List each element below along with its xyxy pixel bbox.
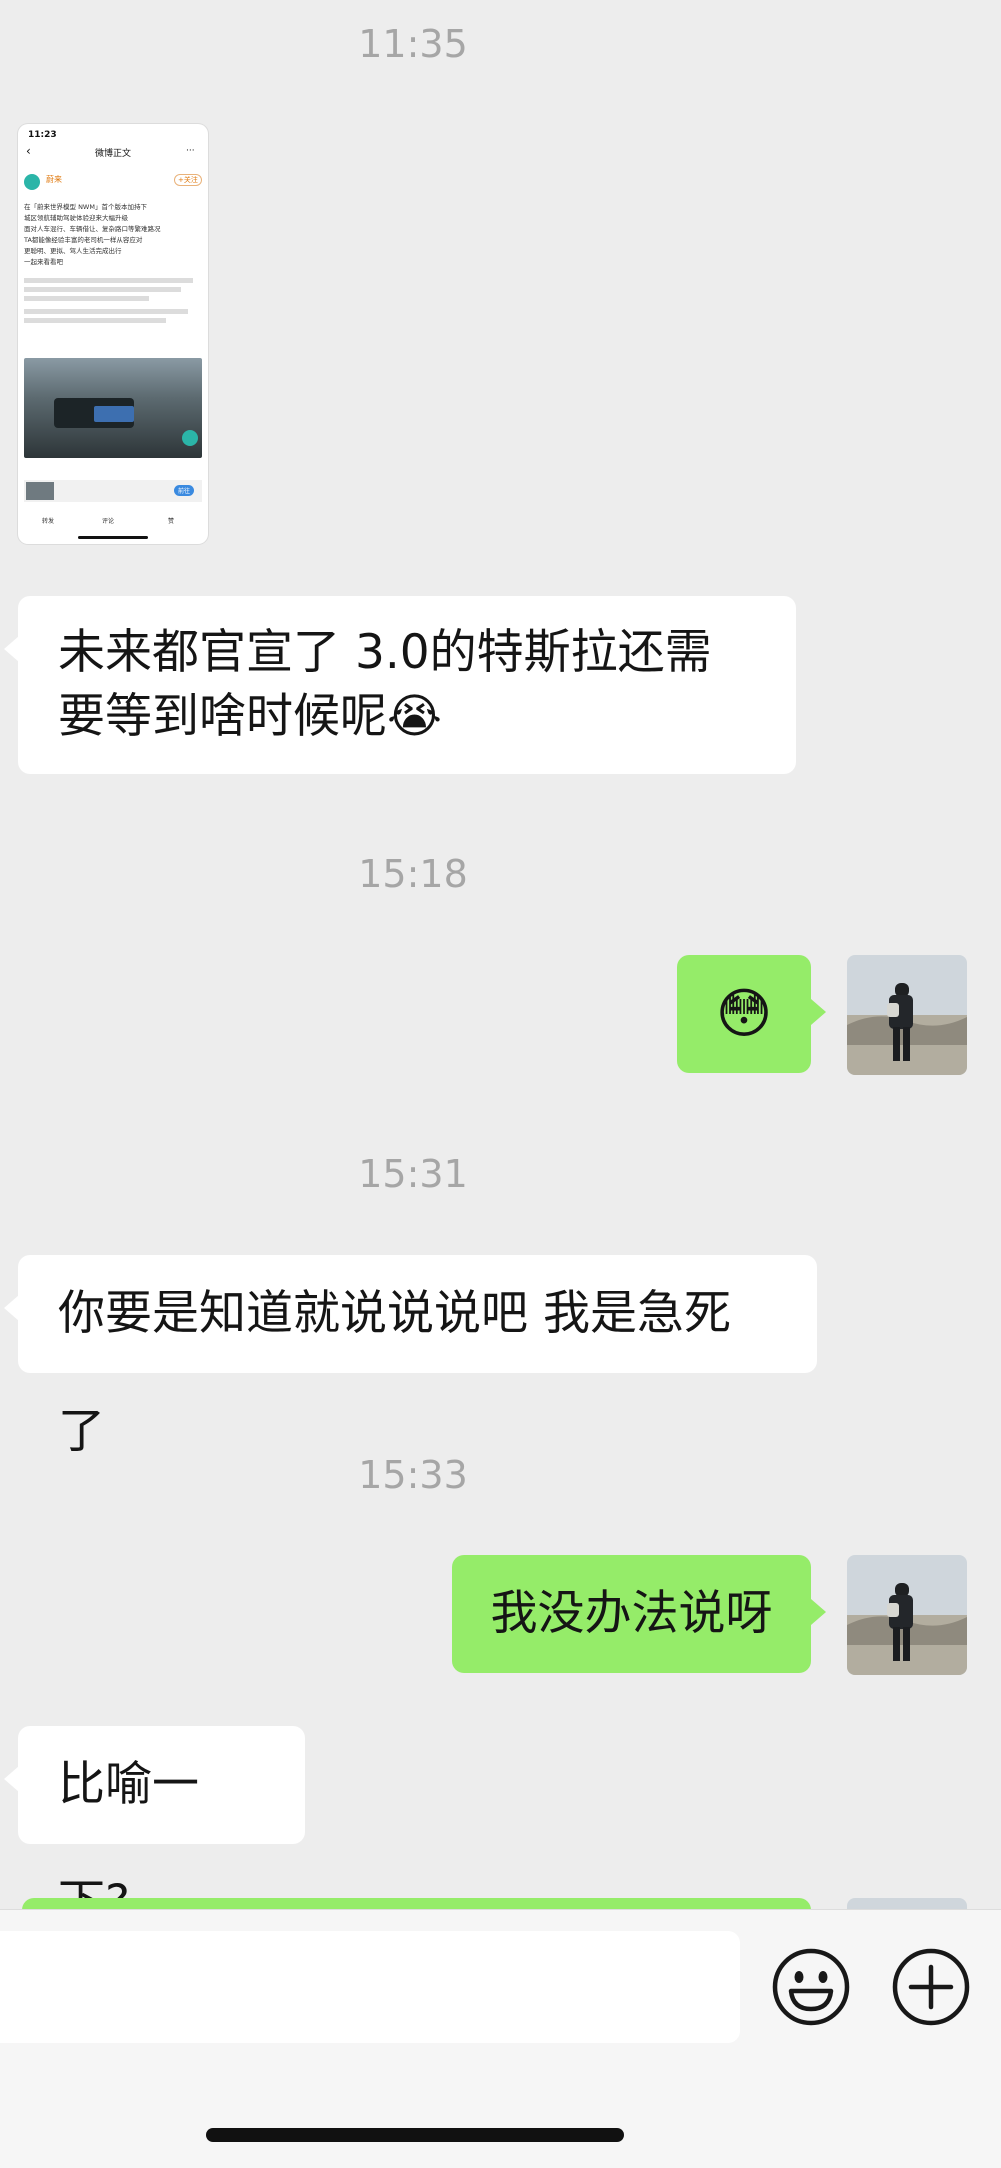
author-avatar xyxy=(24,174,40,190)
incoming-message-bubble[interactable]: 比喻一下? xyxy=(4,1726,305,1930)
shot-text-placeholder xyxy=(24,274,202,328)
message-text: 未来都官宣了 3.0的特斯拉还需要等到啥时候呢 xyxy=(58,625,712,744)
shot-follow-button: +关注 xyxy=(174,174,202,186)
shot-bottom-actions: 转发 评论 赞 xyxy=(42,518,175,525)
timestamp: 11:35 xyxy=(358,22,468,66)
shot-home-indicator xyxy=(78,536,148,539)
timestamp: 15:18 xyxy=(358,852,468,896)
outgoing-message-bubble[interactable]: 我没办法说呀 xyxy=(452,1555,826,1673)
message-text: 我没办法说呀 xyxy=(490,1586,773,1641)
back-chevron-icon: ‹ xyxy=(26,144,31,158)
flushed-emoji: 😳 xyxy=(715,982,773,1045)
message-input-bar xyxy=(0,1909,1001,2168)
crying-emoji: 😭 xyxy=(387,689,442,744)
outgoing-message-bubble[interactable]: 😳 xyxy=(677,955,826,1073)
avatar[interactable] xyxy=(847,955,967,1075)
incoming-message-bubble[interactable]: 你要是知道就说说说吧 我是急死了 xyxy=(4,1255,817,1459)
avatar-photo xyxy=(847,1555,967,1675)
shot-page-title: 微博正文 xyxy=(94,149,131,159)
more-dots-icon: ··· xyxy=(186,146,195,156)
shot-status-time: 11:23 xyxy=(28,130,57,140)
avatar[interactable] xyxy=(847,1555,967,1675)
shot-action-button: 前往 xyxy=(174,485,195,496)
plus-circle-icon[interactable] xyxy=(891,1947,971,2027)
shot-author: 蔚来 xyxy=(46,175,62,184)
message-text: 你要是知道就说说说吧 我是急死了 xyxy=(58,1286,731,1459)
shot-link-card: 前往 xyxy=(24,480,202,502)
smiley-face-icon[interactable] xyxy=(771,1947,851,2027)
message-input[interactable] xyxy=(0,1931,740,2043)
timestamp: 15:33 xyxy=(358,1453,468,1497)
incoming-message-bubble[interactable]: 未来都官宣了 3.0的特斯拉还需要等到啥时候呢😭 xyxy=(4,596,796,774)
shot-video-thumbnail xyxy=(24,358,202,458)
shared-screenshot-image[interactable]: 11:23 微博正文 ‹ ··· 蔚来 +关注 在「蔚来世界模型 NWM」首个版… xyxy=(18,124,208,544)
timestamp: 15:31 xyxy=(358,1152,468,1196)
avatar-photo xyxy=(847,955,967,1075)
home-indicator xyxy=(206,2128,624,2142)
shot-post-text: 在「蔚来世界模型 NWM」首个版本加持下 城区领航辅助驾驶体验迎来大幅升级 面对… xyxy=(24,203,161,266)
